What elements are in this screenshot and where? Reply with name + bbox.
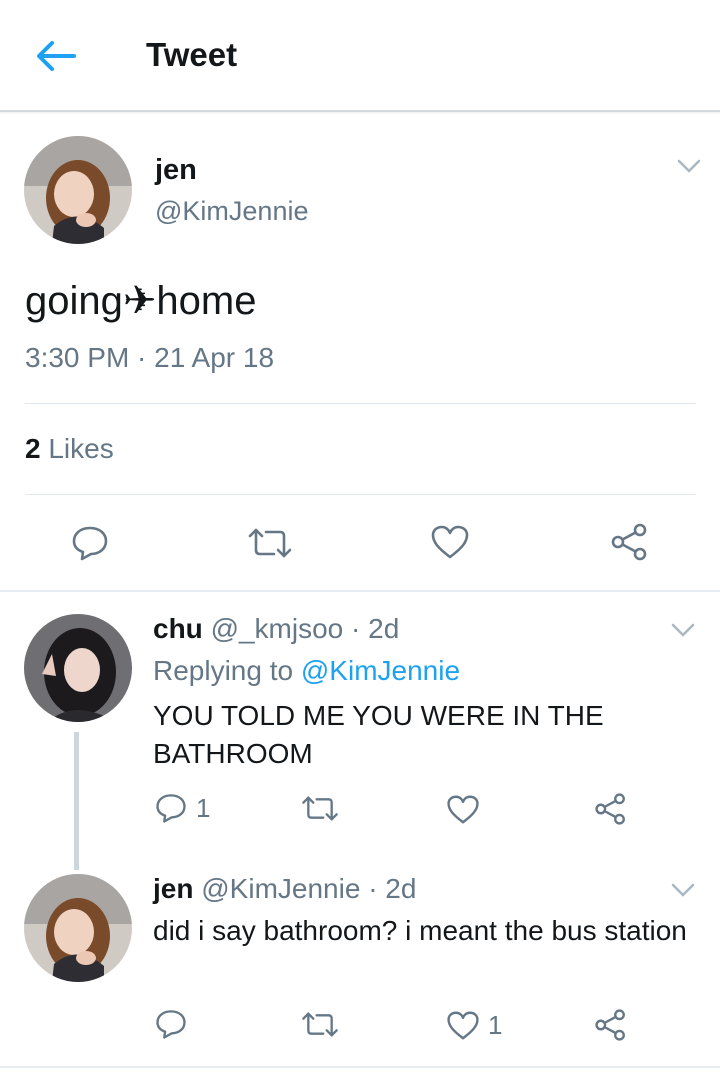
like-button[interactable] — [430, 524, 470, 560]
share-icon — [611, 523, 647, 561]
back-arrow-icon[interactable] — [34, 36, 78, 76]
reply-author-handle[interactable]: @_kmjsoo — [211, 613, 344, 644]
avatar[interactable] — [24, 874, 132, 982]
reply-author-name[interactable]: chu — [153, 613, 203, 644]
reply-age: · 2d — [351, 613, 400, 644]
heart-icon — [431, 525, 469, 559]
retweet-button[interactable] — [246, 526, 294, 560]
page-title: Tweet — [146, 36, 238, 73]
reply-header: chu @_kmjsoo · 2d — [153, 613, 399, 645]
author-name[interactable]: jen — [155, 154, 197, 187]
replying-to-link[interactable]: @KimJennie — [301, 655, 460, 686]
retweet-icon — [302, 1012, 338, 1037]
reply-author-handle[interactable]: @KimJennie — [201, 873, 360, 904]
replying-to: Replying to @KimJennie — [153, 655, 460, 687]
tweet-text: going✈home — [25, 279, 257, 323]
tweet-timestamp[interactable]: 3:30 PM · 21 Apr 18 — [25, 342, 274, 374]
reply-icon — [72, 526, 108, 561]
retweet-icon — [302, 796, 338, 821]
retweet-button[interactable] — [300, 1010, 340, 1039]
heart-icon — [447, 1011, 479, 1040]
avatar[interactable] — [24, 614, 132, 722]
reply-author-name[interactable]: jen — [153, 873, 193, 904]
reply-age: · 2d — [368, 873, 417, 904]
likes-count[interactable]: 2 Likes — [25, 433, 114, 465]
section-separator — [0, 590, 720, 592]
divider — [25, 403, 696, 404]
avatar[interactable] — [24, 136, 132, 244]
reply-text: did i say bathroom? i meant the bus stat… — [153, 915, 687, 946]
reply-button[interactable] — [70, 524, 110, 562]
likes-number: 2 — [25, 433, 41, 464]
reply-icon — [156, 794, 186, 823]
replying-prefix: Replying to — [153, 655, 294, 686]
like-button[interactable] — [446, 794, 488, 825]
chevron-down-icon[interactable] — [670, 880, 696, 900]
chevron-down-icon[interactable] — [670, 620, 696, 640]
share-button[interactable] — [594, 792, 628, 826]
author-handle[interactable]: @KimJennie — [155, 196, 308, 227]
retweet-icon — [248, 528, 292, 558]
reply-count: 1 — [196, 792, 211, 823]
section-separator — [0, 1066, 720, 1068]
reply-header: jen @KimJennie · 2d — [153, 873, 416, 905]
share-icon — [595, 1009, 625, 1041]
chevron-down-icon[interactable] — [676, 156, 702, 176]
reply-button[interactable] — [154, 1008, 196, 1040]
heart-icon — [447, 795, 479, 824]
share-icon — [595, 793, 625, 825]
retweet-button[interactable] — [300, 794, 340, 823]
likes-label: Likes — [48, 433, 114, 464]
reply-button[interactable]: 1 — [154, 792, 210, 824]
top-bar: Tweet — [0, 0, 720, 112]
share-button[interactable] — [594, 1008, 628, 1042]
thread-connector — [74, 732, 79, 870]
share-button[interactable] — [610, 522, 650, 562]
like-button[interactable]: 1 — [446, 1010, 502, 1041]
like-count: 1 — [488, 1010, 503, 1040]
reply-icon — [156, 1010, 186, 1039]
divider — [25, 494, 696, 495]
reply-text: YOU TOLD ME YOU WERE IN THE BATHROOM — [153, 700, 604, 769]
